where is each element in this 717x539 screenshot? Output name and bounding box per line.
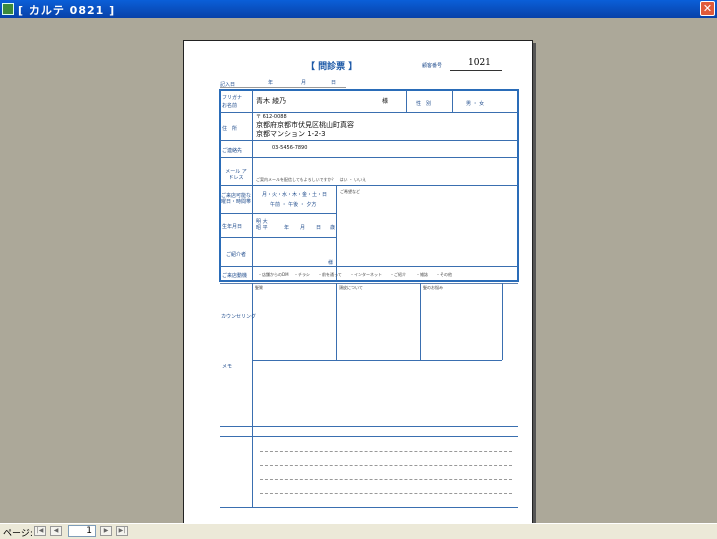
next-page-button[interactable]: ▶: [100, 526, 112, 536]
patient-name: 青木 綾乃: [256, 97, 287, 105]
postal-code: 〒 612-0088: [256, 114, 287, 120]
date-unit-year: 年: [268, 80, 274, 86]
patient-no-value: 1021: [468, 58, 491, 68]
address-label: 住 所: [222, 126, 238, 132]
channel-magazine: ・雑誌: [416, 272, 428, 277]
channel-flyer: ・チラシ: [294, 272, 310, 277]
statusbar: ページ: |◀ ◀ 1 ▶ ▶|: [0, 523, 717, 539]
mail-consent-note: ご案内メールを配信してもよろしいですか？ はい ・ いいえ: [256, 177, 367, 182]
last-page-button[interactable]: ▶|: [116, 526, 128, 536]
introducer-unit: 様: [328, 260, 334, 266]
name-label: お名前: [222, 103, 238, 109]
sex-options: 男 ・ 女: [466, 101, 485, 107]
time-options: 午前 ・ 午後 ・ 夕方: [270, 202, 317, 208]
memo-label: メモ: [222, 364, 233, 370]
form-title: 【 問診票 】: [306, 62, 358, 72]
honorific: 様: [382, 98, 389, 105]
phone-label: ご連絡先: [222, 148, 243, 154]
mail-label: メール アドレス: [225, 169, 247, 181]
form-page: 【 問診票 】 顧客番号 1021 記入日 年 月 日 フリガナ お名前 青木 …: [183, 40, 533, 538]
window-title: [ カルテ 0821 ]: [18, 4, 116, 17]
preview-area: 【 問診票 】 顧客番号 1021 記入日 年 月 日 フリガナ お名前 青木 …: [0, 18, 717, 538]
counsel-col-scalp: 頭皮について: [339, 285, 363, 290]
introducer-label: ご紹介者: [226, 252, 247, 258]
age-unit: 歳: [330, 225, 336, 231]
page-label: ページ:: [3, 529, 33, 539]
close-button[interactable]: ✕: [700, 1, 715, 16]
patient-no-label: 顧客番号: [422, 63, 443, 69]
birthday-day-unit: 日: [316, 225, 322, 231]
furigana-label: フリガナ: [222, 95, 243, 101]
counsel-col-concern: 髪のお悩み: [423, 285, 443, 290]
page-number-input[interactable]: 1: [68, 525, 96, 537]
phone-value: 03-5456-7890: [272, 145, 308, 151]
window-titlebar: [ カルテ 0821 ] ✕: [0, 0, 717, 18]
birthday-year-unit: 年: [284, 225, 290, 231]
birthday-label: 生年月日: [222, 224, 243, 230]
era-options: 明 大 昭 平: [256, 219, 268, 231]
counsel-col-hair: 髪質: [255, 285, 263, 290]
visit-time-label: ご来店可能な 曜日・時間帯: [221, 193, 252, 205]
birthday-month-unit: 月: [300, 225, 306, 231]
channel-other: ・その他: [436, 272, 452, 277]
weekday-options: 月・火・水・木・金・土・日: [262, 192, 328, 198]
channel-internet: ・インターネット: [350, 272, 382, 277]
channel-passing: ・前を通って: [318, 272, 342, 277]
sex-label: 性 別: [416, 101, 432, 107]
channel-label: ご来店動機: [222, 273, 248, 279]
date-unit-month: 月: [301, 80, 307, 86]
channel-referral: ・ご紹介: [390, 272, 406, 277]
app-icon: [2, 3, 14, 15]
prev-page-button[interactable]: ◀: [50, 526, 62, 536]
date-unit-day: 日: [331, 80, 337, 86]
counsel-label: カウンセリング: [221, 314, 257, 320]
address-line2: 京都マンション 1-2-3: [256, 130, 326, 138]
request-label: ご希望など: [340, 189, 360, 194]
first-page-button[interactable]: |◀: [34, 526, 46, 536]
channel-dm: ・店舗からのDM: [258, 272, 289, 277]
